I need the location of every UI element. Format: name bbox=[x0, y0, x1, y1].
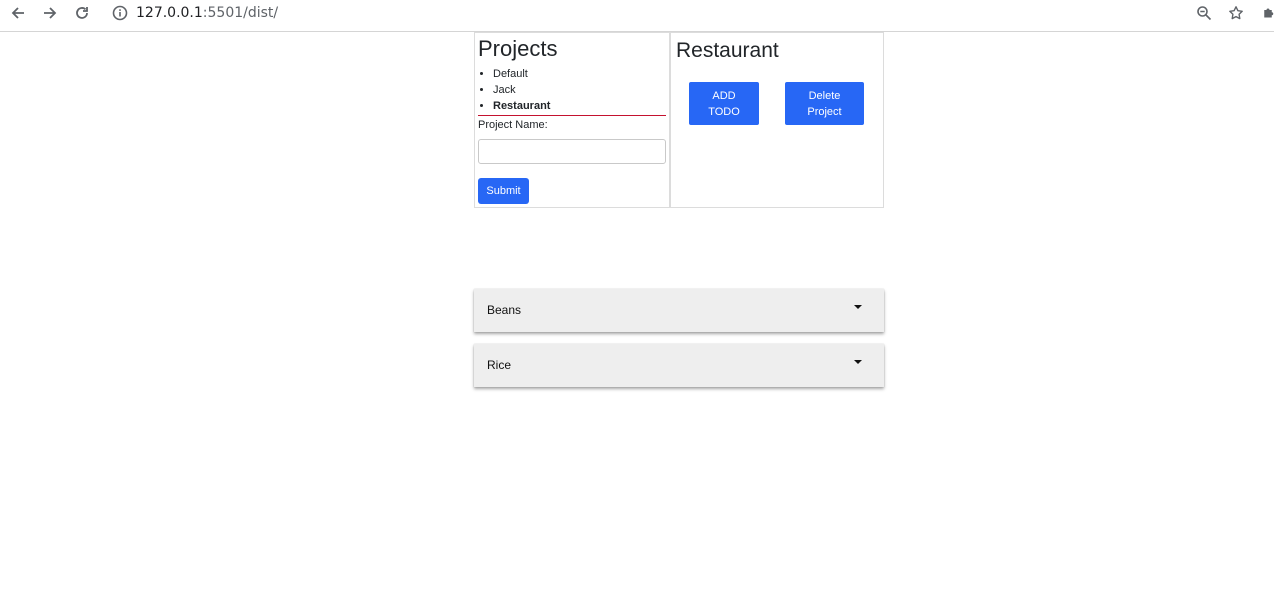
reload-button[interactable] bbox=[69, 2, 95, 24]
todo-title: Beans bbox=[487, 303, 522, 317]
project-name-input[interactable] bbox=[478, 139, 666, 164]
reload-icon bbox=[76, 7, 88, 19]
zoom-button[interactable] bbox=[1192, 2, 1216, 24]
project-list: Default Jack Restaurant bbox=[478, 66, 666, 114]
info-icon[interactable] bbox=[112, 5, 128, 21]
todo-item-beans[interactable]: Beans bbox=[474, 289, 884, 332]
url-host: 127.0.0.1 bbox=[136, 5, 203, 21]
url-text[interactable]: 127.0.0.1:5501/dist/ bbox=[136, 5, 278, 21]
list-divider bbox=[478, 115, 666, 116]
todo-title: Rice bbox=[487, 358, 512, 372]
forward-button[interactable] bbox=[37, 2, 63, 24]
projects-heading: Projects bbox=[478, 36, 558, 61]
address-bar[interactable]: 127.0.0.1:5501/dist/ bbox=[112, 2, 278, 24]
star-icon bbox=[1229, 6, 1243, 20]
browser-toolbar: 127.0.0.1:5501/dist/ bbox=[0, 0, 1274, 32]
delete-project-button[interactable]: Delete Project bbox=[785, 82, 864, 125]
project-detail-panel: Restaurant ADD TODO Delete Project bbox=[670, 32, 884, 208]
url-path: :5501/dist/ bbox=[202, 5, 279, 21]
arrow-left-icon bbox=[11, 7, 24, 19]
puzzle-icon bbox=[1264, 8, 1274, 18]
add-todo-label: ADD TODO bbox=[708, 89, 740, 118]
project-item-default[interactable]: Default bbox=[493, 66, 666, 82]
add-todo-button[interactable]: ADD TODO bbox=[689, 82, 759, 125]
project-title: Restaurant bbox=[676, 39, 779, 62]
zoom-out-icon bbox=[1197, 6, 1212, 21]
todo-item-rice[interactable]: Rice bbox=[474, 344, 884, 387]
delete-project-label: Delete Project bbox=[807, 89, 842, 118]
project-item-jack[interactable]: Jack bbox=[493, 82, 666, 98]
project-name-label: Project Name: bbox=[478, 119, 548, 131]
project-item-label[interactable]: Restaurant bbox=[493, 100, 550, 112]
caret-down-icon[interactable] bbox=[854, 305, 862, 309]
caret-down-icon[interactable] bbox=[854, 360, 862, 364]
bookmark-button[interactable] bbox=[1224, 2, 1248, 24]
back-button[interactable] bbox=[5, 2, 31, 24]
project-item-label[interactable]: Default bbox=[493, 68, 528, 80]
projects-panel: Projects Default Jack Restaurant Project… bbox=[474, 32, 670, 208]
arrow-right-icon bbox=[44, 7, 57, 19]
extensions-button[interactable] bbox=[1262, 2, 1274, 24]
submit-button[interactable]: Submit bbox=[478, 178, 529, 204]
project-item-restaurant[interactable]: Restaurant bbox=[493, 98, 666, 114]
project-item-label[interactable]: Jack bbox=[493, 84, 516, 96]
